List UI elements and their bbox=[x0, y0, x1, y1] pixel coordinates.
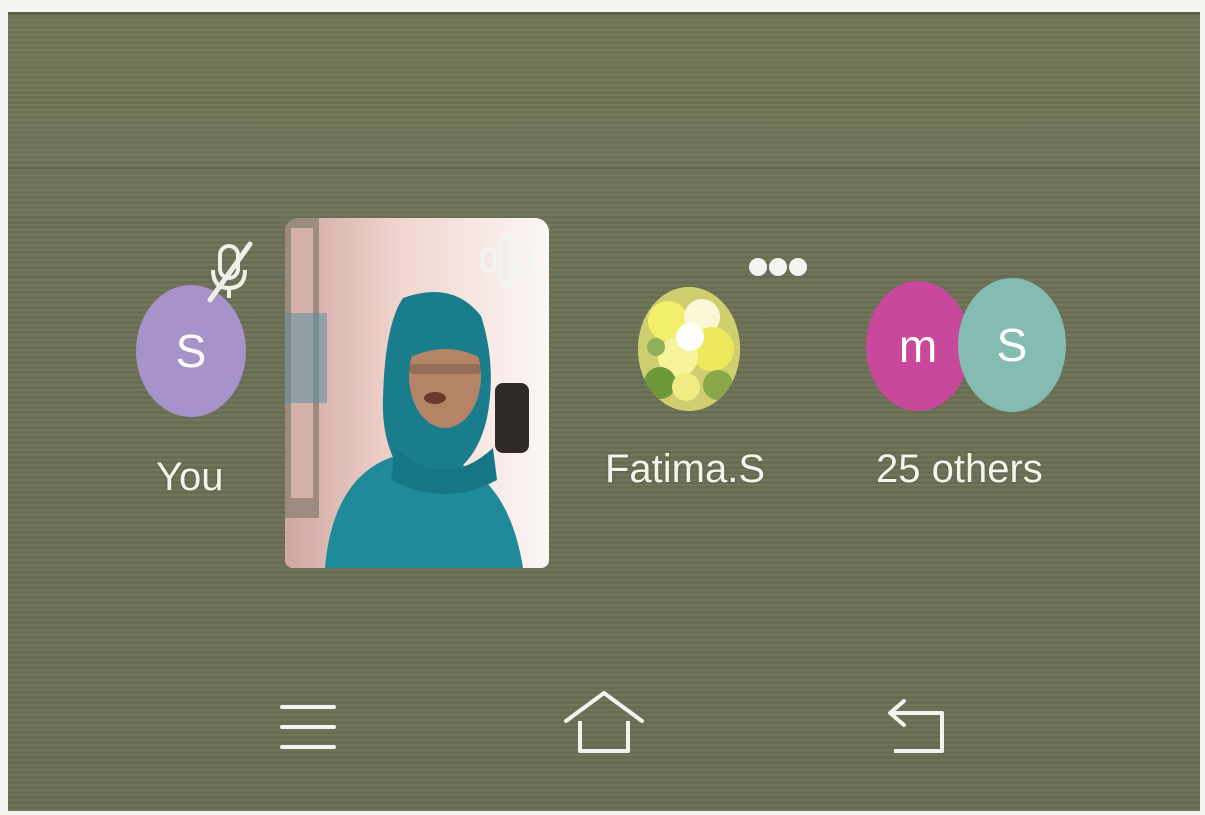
participant-label-you: You bbox=[156, 455, 224, 499]
flower-photo bbox=[638, 287, 740, 411]
home-icon[interactable] bbox=[562, 687, 646, 759]
avatar-fatima bbox=[638, 287, 740, 411]
speaking-indicator-icon bbox=[481, 234, 531, 288]
call-screen: S You Fatima.S m S 25 others bbox=[8, 12, 1200, 811]
avatar-s: S bbox=[958, 278, 1066, 412]
participant-label-others: 25 others bbox=[876, 447, 1043, 491]
menu-icon[interactable] bbox=[276, 695, 340, 759]
avatar-m: m bbox=[866, 281, 970, 411]
back-icon[interactable] bbox=[882, 689, 952, 757]
participant-video-tile[interactable] bbox=[285, 218, 549, 568]
participant-label-fatima: Fatima.S bbox=[605, 447, 766, 491]
mic-off-icon bbox=[207, 241, 253, 303]
participants-strip: S You Fatima.S m S 25 others bbox=[8, 15, 1200, 655]
more-dots-icon[interactable] bbox=[746, 255, 810, 279]
system-nav-bar bbox=[8, 665, 1200, 811]
